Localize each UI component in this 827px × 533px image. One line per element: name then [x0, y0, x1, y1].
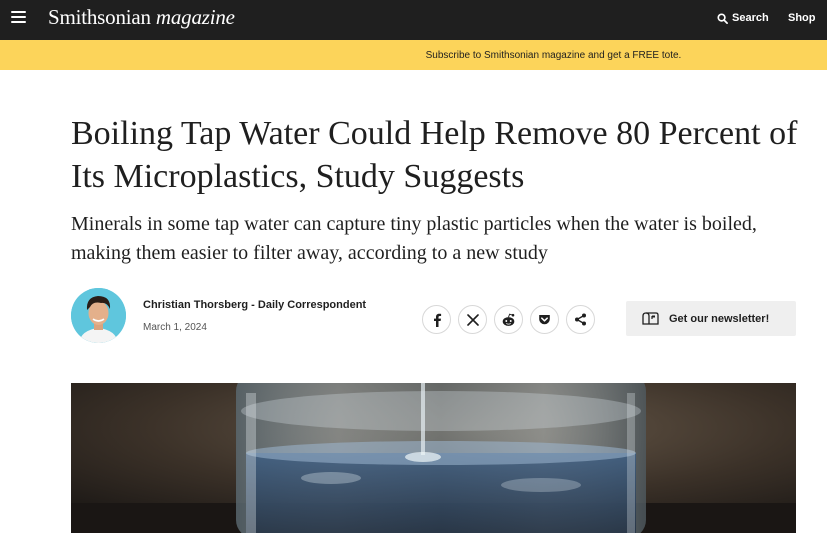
mailbox-icon — [642, 311, 659, 325]
share-facebook-button[interactable] — [422, 305, 451, 334]
share-x-button[interactable] — [458, 305, 487, 334]
reddit-icon — [502, 313, 515, 326]
facebook-icon — [433, 313, 441, 327]
shop-link[interactable]: Shop — [788, 12, 816, 24]
share-pocket-button[interactable] — [530, 305, 559, 334]
search-icon — [717, 12, 728, 24]
author-avatar[interactable] — [71, 288, 126, 343]
article-dek: Minerals in some tap water can capture t… — [71, 213, 757, 264]
hero-image — [71, 383, 796, 533]
pocket-icon — [539, 314, 550, 324]
article-headline: Boiling Tap Water Could Help Remove 80 P… — [71, 115, 798, 195]
search-label: Search — [732, 12, 769, 24]
menu-icon[interactable] — [11, 11, 26, 23]
logo-brand: Smithsonian — [48, 5, 151, 29]
logo-suffix: magazine — [155, 5, 235, 29]
top-nav-bar: Smithsonian magazine Search Shop — [0, 0, 827, 40]
share-more-button[interactable] — [566, 305, 595, 334]
site-logo[interactable]: Smithsonian magazine — [48, 5, 235, 30]
share-reddit-button[interactable] — [494, 305, 523, 334]
author-name[interactable]: Christian Thorsberg - Daily Corresponden… — [143, 299, 366, 311]
newsletter-button[interactable]: Get our newsletter! — [626, 301, 796, 336]
subscribe-promo-link[interactable]: Subscribe to Smithsonian magazine and ge… — [426, 50, 682, 61]
promo-banner: Subscribe to Smithsonian magazine and ge… — [0, 40, 827, 70]
share-icon — [575, 313, 586, 326]
author-portrait — [71, 288, 126, 343]
newsletter-label: Get our newsletter! — [669, 312, 770, 325]
search-button[interactable]: Search — [717, 12, 769, 24]
publish-date: March 1, 2024 — [143, 322, 207, 333]
x-icon — [466, 313, 479, 326]
